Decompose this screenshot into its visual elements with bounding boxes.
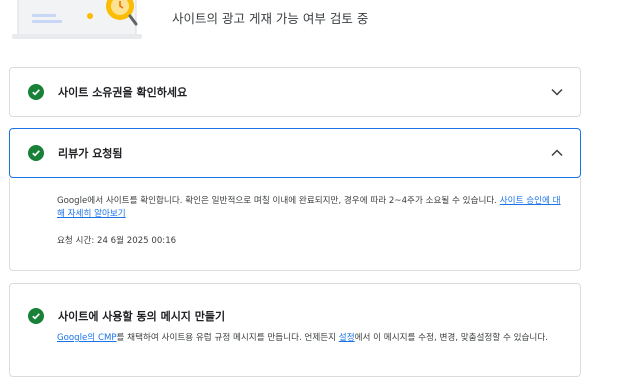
google-cmp-link[interactable]: Google의 CMP [57, 333, 117, 343]
check-circle-icon [28, 308, 44, 324]
chevron-down-icon[interactable] [550, 85, 564, 99]
ownership-step-title: 사이트 소유권을 확인하세요 [58, 86, 188, 99]
review-step-details: Google에서 사이트를 확인합니다. 확인은 일반적으로 며칠 이내에 완료… [9, 178, 581, 271]
consent-step-card: 사이트에 사용할 동의 메시지 만들기 Google의 CMP를 채택하여 사이… [9, 283, 581, 377]
consent-step-title: 사이트에 사용할 동의 메시지 만들기 [58, 310, 226, 323]
check-circle-icon [28, 84, 44, 100]
settings-link[interactable]: 설정 [339, 333, 355, 343]
review-illustration [12, 0, 142, 39]
check-circle-icon [28, 145, 44, 161]
review-step-card[interactable]: 리뷰가 요청됨 [9, 128, 581, 178]
request-time: 요청 시간: 24 6월 2025 00:16 [57, 236, 177, 246]
site-review-status: 사이트의 광고 게재 가능 여부 검토 중 [172, 11, 369, 26]
chevron-up-icon[interactable] [550, 146, 564, 160]
ownership-step-card[interactable]: 사이트 소유권을 확인하세요 [9, 67, 581, 117]
review-description: Google에서 사이트를 확인합니다. 확인은 일반적으로 며칠 이내에 완료… [57, 196, 561, 219]
consent-step-body: Google의 CMP를 채택하여 사이트용 유럽 규정 메시지를 만듭니다. … [57, 333, 548, 343]
review-step-title: 리뷰가 요청됨 [58, 147, 123, 160]
